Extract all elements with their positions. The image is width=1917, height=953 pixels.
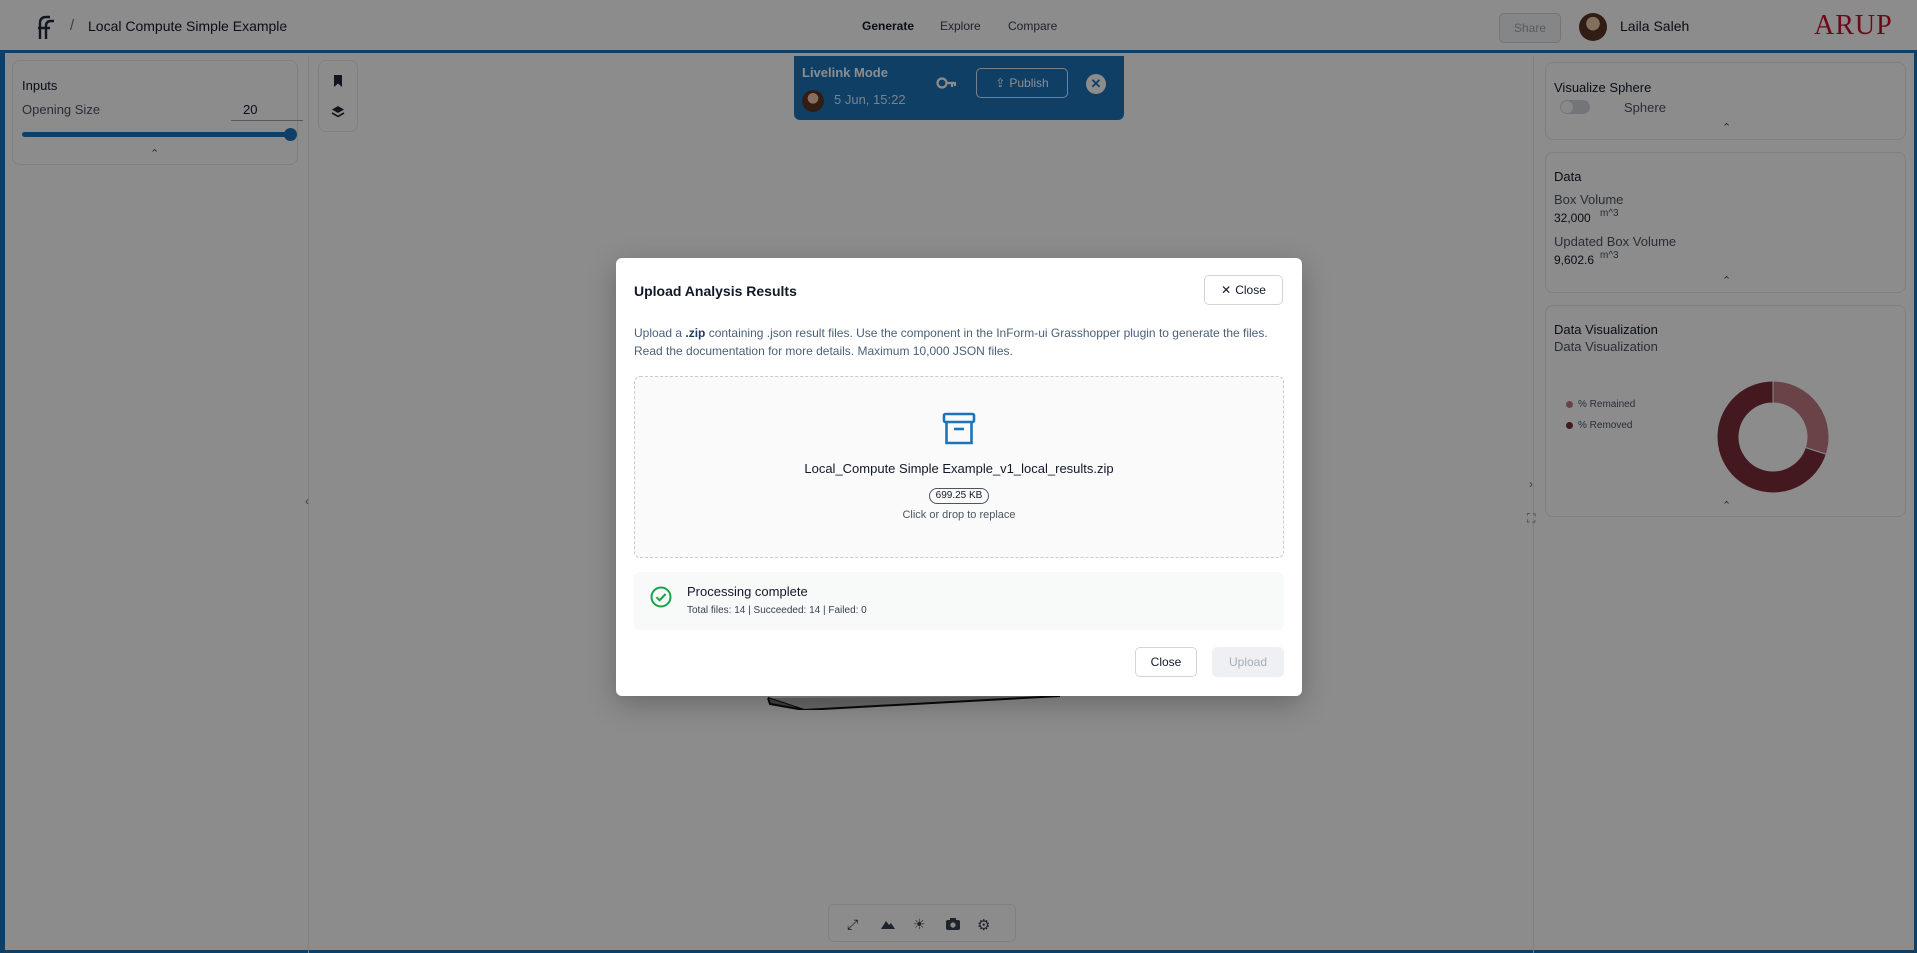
close-label: Close [1235,283,1266,297]
archive-icon [942,412,976,445]
uploaded-file-name: Local_Compute Simple Example_v1_local_re… [804,461,1114,476]
processing-status: Processing complete Total files: 14 | Su… [634,572,1284,630]
file-dropzone[interactable]: Local_Compute Simple Example_v1_local_re… [634,376,1284,558]
dialog-title: Upload Analysis Results [634,283,797,299]
file-size-badge: 699.25 KB [928,488,990,504]
desc-zip-emphasis: .zip [685,326,706,340]
close-icon: ✕ [1221,283,1232,297]
status-title: Processing complete [687,584,808,599]
close-button[interactable]: Close [1135,647,1197,677]
status-detail: Total files: 14 | Succeeded: 14 | Failed… [687,605,867,616]
desc-suffix: containing .json result files. Use the c… [634,326,1268,358]
desc-prefix: Upload a [634,326,686,340]
upload-button[interactable]: Upload [1212,647,1284,677]
upload-results-dialog: Upload Analysis Results ✕ Close Upload a… [616,258,1302,696]
replace-hint: Click or drop to replace [902,509,1016,521]
dialog-description: Upload a .zip containing .json result fi… [634,324,1289,360]
dialog-close-button[interactable]: ✕ Close [1204,275,1283,305]
file-size-wrap: 699.25 KB [635,485,1283,504]
check-circle-icon [650,586,672,608]
